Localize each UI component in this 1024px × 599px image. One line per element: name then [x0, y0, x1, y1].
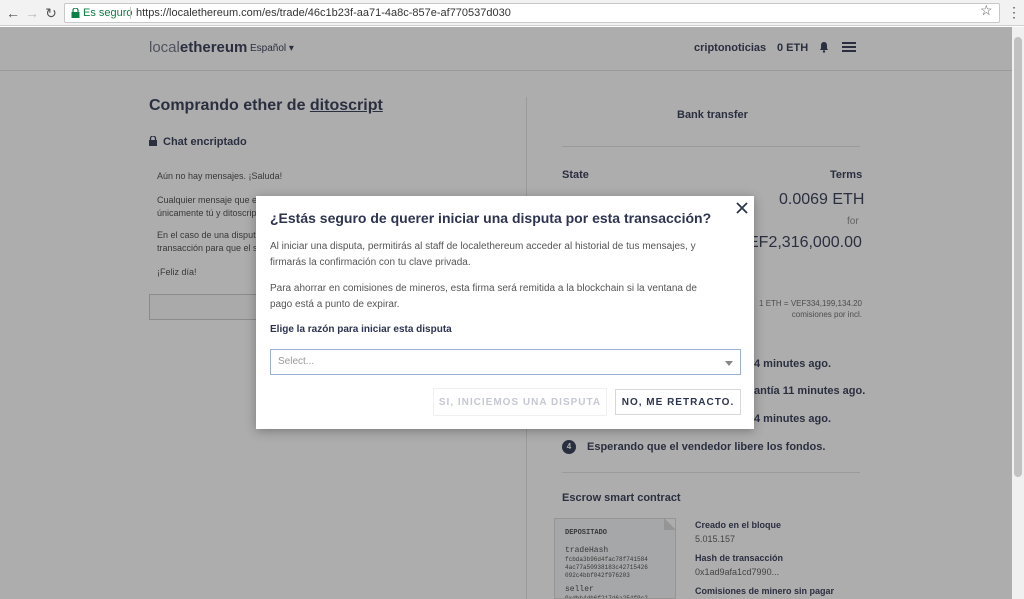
- dispute-modal: ¿Estás seguro de querer iniciar una disp…: [256, 196, 754, 429]
- modal-paragraph: Al iniciar una disputa, permitirás al st…: [270, 241, 696, 268]
- page-scrollbar[interactable]: [1012, 27, 1024, 599]
- address-separator: [130, 7, 131, 19]
- browser-menu-icon[interactable]: ⋮: [1007, 4, 1021, 20]
- bookmark-star-icon[interactable]: ☆: [980, 1, 993, 19]
- back-icon[interactable]: ←: [4, 4, 22, 22]
- cancel-button[interactable]: NO, ME RETRACTO.: [615, 389, 741, 415]
- secure-label: Es seguro: [83, 7, 133, 19]
- modal-paragraph: Para ahorrar en comisiones de mineros, e…: [270, 283, 697, 310]
- browser-toolbar: ← → ↻ Es seguro https://localethereum.co…: [0, 0, 1024, 26]
- chevron-down-icon: [725, 361, 733, 366]
- lock-icon: [71, 8, 80, 18]
- dispute-reason-select[interactable]: Select...: [270, 349, 741, 375]
- modal-title: ¿Estás seguro de querer iniciar una disp…: [270, 210, 712, 226]
- select-placeholder: Select...: [278, 356, 315, 367]
- reload-icon[interactable]: ↻: [42, 4, 60, 22]
- close-icon[interactable]: [734, 200, 750, 216]
- reason-label: Elige la razón para iniciar esta disputa: [270, 324, 452, 335]
- url-text: https://localethereum.com/es/trade/46c1b…: [136, 7, 511, 19]
- address-bar[interactable]: Es seguro https://localethereum.com/es/t…: [64, 3, 1000, 23]
- scrollbar-thumb[interactable]: [1014, 37, 1022, 477]
- forward-icon[interactable]: →: [23, 4, 41, 22]
- start-dispute-button[interactable]: SI, INICIEMOS UNA DISPUTA: [434, 389, 606, 415]
